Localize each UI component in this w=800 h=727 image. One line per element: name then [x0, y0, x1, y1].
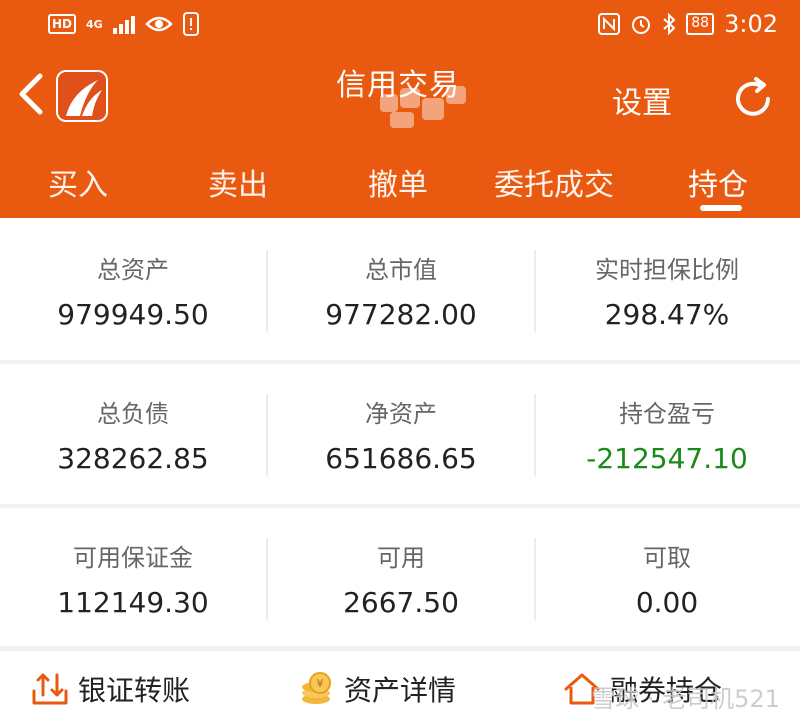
refresh-icon[interactable]: [730, 76, 776, 122]
summary-cell-total-liabilities: 总负债 328262.85: [0, 364, 266, 504]
coins-icon: ¥: [302, 672, 331, 704]
bluetooth-icon: [663, 13, 676, 35]
summary-value: 977282.00: [325, 298, 477, 331]
summary-label: 总负债: [97, 400, 169, 428]
network-type: 4G: [86, 17, 103, 31]
asset-details-label: 资产详情: [344, 674, 457, 707]
back-icon[interactable]: [16, 72, 46, 116]
summary-value: 651686.65: [325, 442, 477, 475]
watermark: 雪球 · 老司机521: [591, 685, 780, 713]
tab-bar: 买入 卖出 撤单 委托成交 持仓: [0, 158, 800, 218]
summary-row: 总负债 328262.85 净资产 651686.65 持仓盈亏 -212547…: [0, 364, 800, 504]
status-time: 3:02: [724, 10, 778, 38]
status-bar: HD 4G 88 3:02: [0, 0, 800, 50]
tab-positions[interactable]: 持仓: [688, 160, 748, 204]
signal-icon: [112, 14, 135, 34]
hd-icon: HD: [48, 14, 77, 34]
summary-value: 2667.50: [343, 586, 459, 619]
summary-label: 持仓盈亏: [619, 400, 715, 428]
summary-label: 净资产: [365, 400, 437, 428]
summary-value: 298.47%: [604, 298, 730, 331]
settings-button[interactable]: 设置: [612, 78, 672, 122]
bottom-action-bar: 银证转账 ¥ 资产详情 融券持仓 雪球 · 老司机521: [0, 650, 800, 727]
bank-transfer-label: 银证转账: [78, 674, 191, 707]
tab-sell[interactable]: 卖出: [208, 160, 268, 204]
summary-cell-net-assets: 净资产 651686.65: [268, 364, 534, 504]
summary-value: 112149.30: [57, 586, 209, 619]
active-tab-indicator: [700, 205, 742, 211]
transfer-icon: [32, 673, 68, 705]
app-logo-icon: [56, 70, 108, 122]
tab-buy[interactable]: 买入: [48, 160, 108, 204]
summary-cell-available-margin: 可用保证金 112149.30: [0, 508, 266, 648]
summary-cell-guarantee-ratio: 实时担保比例 298.47%: [534, 220, 800, 360]
alert-icon: [182, 12, 199, 36]
svg-text:¥: ¥: [317, 677, 324, 690]
asset-details-button[interactable]: ¥ 资产详情: [296, 669, 456, 709]
tab-cancel[interactable]: 撤单: [368, 160, 428, 204]
battery-icon: 88: [686, 13, 715, 35]
summary-label: 可取: [643, 544, 691, 572]
summary-value: 0.00: [635, 586, 699, 619]
summary-cell-available: 可用 2667.50: [268, 508, 534, 648]
summary-label: 可用保证金: [73, 544, 193, 572]
alarm-icon: [632, 16, 651, 34]
summary-value: 328262.85: [57, 442, 209, 475]
summary-cell-withdrawable: 可取 0.00: [534, 508, 800, 648]
summary-value: 979949.50: [57, 298, 209, 331]
summary-cell-total-assets: 总资产 979949.50: [0, 220, 266, 360]
tab-orders[interactable]: 委托成交: [494, 160, 614, 204]
summary-cell-position-pnl: 持仓盈亏 -212547.10: [534, 364, 800, 504]
summary-label: 总资产: [97, 256, 169, 284]
eye-icon: [144, 16, 173, 32]
summary-label: 实时担保比例: [595, 256, 739, 284]
nfc-icon: [598, 13, 621, 35]
summary-row: 总资产 979949.50 总市值 977282.00 实时担保比例 298.4…: [0, 220, 800, 360]
redaction-mosaic: [370, 84, 480, 134]
app-header: HD 4G 88 3:02 信用交易 设置 买入 卖出 撤单 委托成交 持仓: [0, 0, 800, 218]
summary-label: 总市值: [365, 256, 437, 284]
summary-row: 可用保证金 112149.30 可用 2667.50 可取 0.00: [0, 508, 800, 648]
bank-transfer-button[interactable]: 银证转账: [30, 669, 190, 709]
summary-label: 可用: [377, 544, 425, 572]
summary-cell-market-value: 总市值 977282.00: [268, 220, 534, 360]
summary-value: -212547.10: [586, 442, 748, 475]
